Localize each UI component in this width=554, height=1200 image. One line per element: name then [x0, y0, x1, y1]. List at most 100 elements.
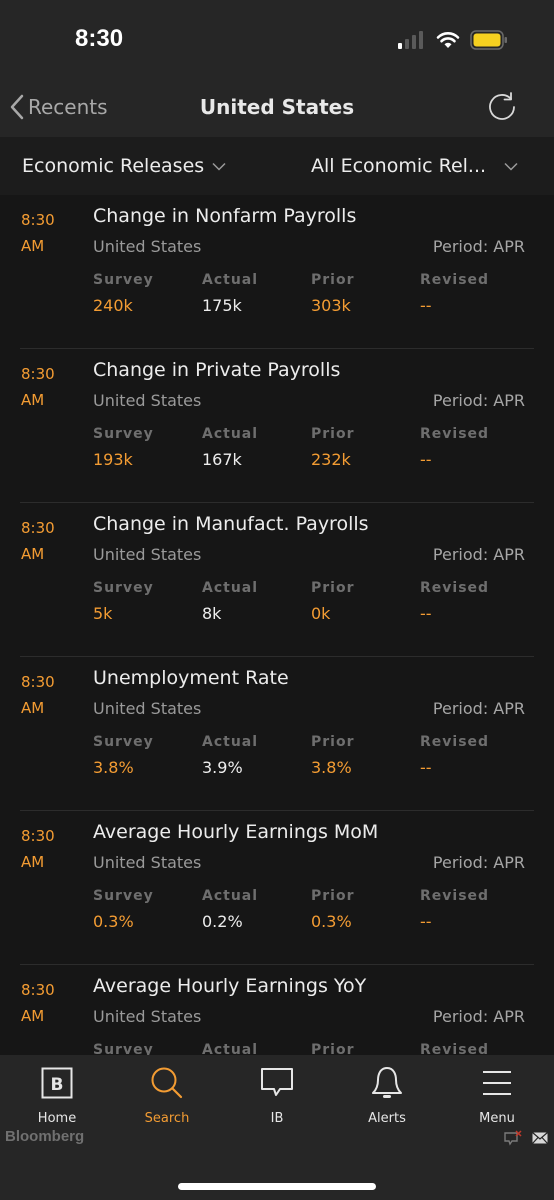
tab-bar: B Home Search IB Alerts Menu Bloomberg	[0, 1055, 554, 1200]
release-time: 8:30 AM	[21, 515, 61, 567]
release-country: United States	[93, 391, 202, 410]
battery-icon	[470, 30, 507, 50]
release-actual: Actual 3.9%	[202, 734, 302, 777]
bell-icon	[372, 1067, 402, 1098]
value-survey: 0.3%	[93, 912, 134, 931]
status-time: 8:30	[75, 25, 124, 52]
value-survey: 240k	[93, 296, 133, 315]
mail-icon[interactable]	[532, 1132, 548, 1144]
release-time: 8:30 AM	[21, 669, 61, 721]
column-label-prior: Prior	[311, 888, 355, 904]
status-icons	[398, 30, 508, 50]
wifi-icon	[436, 32, 460, 48]
value-prior: 303k	[311, 296, 351, 315]
release-country: United States	[93, 237, 202, 256]
back-button[interactable]: Recents	[10, 94, 108, 120]
tab-menu-label: Menu	[479, 1111, 515, 1126]
release-survey: Survey	[93, 1042, 193, 1055]
category-dropdown[interactable]: Economic Releases	[22, 155, 226, 177]
svg-text:B: B	[51, 1075, 64, 1095]
column-label-revised: Revised	[420, 426, 490, 442]
back-label: Recents	[28, 95, 108, 119]
release-title: Unemployment Rate	[93, 667, 289, 689]
column-label-prior: Prior	[311, 1042, 355, 1055]
tab-ib[interactable]: IB	[227, 1065, 327, 1126]
release-row[interactable]: 8:30 AM Change in Nonfarm Payrolls United S…	[0, 195, 554, 349]
release-time: 8:30 AM	[21, 207, 61, 259]
release-row[interactable]: 8:30 AM Change in Manufact. Payrolls United…	[0, 503, 554, 657]
column-label-revised: Revised	[420, 888, 490, 904]
release-time: 8:30 AM	[21, 361, 61, 413]
value-prior: 0k	[311, 604, 331, 623]
release-time-hm: 8:30	[21, 519, 55, 537]
chevron-down-icon	[212, 162, 226, 171]
value-revised: --	[420, 758, 432, 777]
release-time-ampm: AM	[21, 545, 45, 563]
value-actual: 8k	[202, 604, 222, 623]
release-title: Change in Manufact. Payrolls	[93, 513, 369, 535]
release-revised: Revised --	[420, 888, 520, 931]
release-prior: Prior 3.8%	[311, 734, 411, 777]
refresh-button[interactable]	[486, 91, 518, 127]
column-label-prior: Prior	[311, 272, 355, 288]
release-row[interactable]: 8:30 AM Average Hourly Earnings YoY United …	[0, 965, 554, 1055]
tab-menu[interactable]: Menu	[447, 1065, 547, 1126]
value-actual: 167k	[202, 450, 242, 469]
release-country: United States	[93, 699, 202, 718]
search-icon	[151, 1067, 183, 1099]
release-time-ampm: AM	[21, 391, 45, 409]
release-time-hm: 8:30	[21, 365, 55, 383]
release-period: Period: APR	[432, 1007, 525, 1026]
release-row[interactable]: 8:30 AM Change in Private Payrolls United S…	[0, 349, 554, 503]
status-bar: 8:30	[0, 0, 554, 80]
release-survey: Survey 3.8%	[93, 734, 193, 777]
release-row[interactable]: 8:30 AM Average Hourly Earnings MoM United …	[0, 811, 554, 965]
release-prior: Prior	[311, 1042, 411, 1055]
tab-alerts-label: Alerts	[368, 1111, 406, 1126]
filter-bar: Economic Releases All Economic Rel...	[0, 137, 554, 195]
tab-home[interactable]: B Home	[7, 1065, 107, 1126]
value-revised: --	[420, 912, 432, 931]
release-type-dropdown[interactable]: All Economic Rel...	[311, 155, 518, 177]
release-row[interactable]: 8:30 AM Unemployment Rate United States Peri…	[0, 657, 554, 811]
column-label-survey: Survey	[93, 580, 154, 596]
release-time-hm: 8:30	[21, 827, 55, 845]
release-time-hm: 8:30	[21, 981, 55, 999]
value-survey: 5k	[93, 604, 113, 623]
release-title: Average Hourly Earnings MoM	[93, 821, 379, 843]
home-indicator[interactable]	[178, 1183, 376, 1190]
tab-home-label: Home	[37, 1111, 77, 1126]
value-revised: --	[420, 450, 432, 469]
release-actual: Actual 175k	[202, 272, 302, 315]
bloomberg-logo: Bloomberg	[5, 1128, 85, 1145]
tab-search[interactable]: Search	[117, 1065, 217, 1126]
release-list[interactable]: 8:30 AM Change in Nonfarm Payrolls United S…	[0, 195, 554, 1055]
footer-icons	[504, 1130, 548, 1146]
column-label-survey: Survey	[93, 888, 154, 904]
value-actual: 3.9%	[202, 758, 243, 777]
column-label-actual: Actual	[202, 888, 259, 904]
value-prior: 3.8%	[311, 758, 352, 777]
release-revised: Revised --	[420, 426, 520, 469]
release-revised: Revised --	[420, 272, 520, 315]
value-actual: 0.2%	[202, 912, 243, 931]
release-time-hm: 8:30	[21, 673, 55, 691]
column-label-actual: Actual	[202, 734, 259, 750]
category-dropdown-label: Economic Releases	[22, 155, 205, 177]
release-revised: Revised --	[420, 580, 520, 623]
hamburger-menu-icon	[483, 1071, 511, 1095]
release-survey: Survey 193k	[93, 426, 193, 469]
tab-alerts[interactable]: Alerts	[337, 1065, 437, 1126]
column-label-prior: Prior	[311, 734, 355, 750]
release-survey: Survey 0.3%	[93, 888, 193, 931]
release-actual: Actual 167k	[202, 426, 302, 469]
release-prior: Prior 303k	[311, 272, 411, 315]
refresh-icon	[489, 92, 515, 120]
column-label-revised: Revised	[420, 1042, 490, 1055]
cellular-signal-icon	[398, 31, 423, 49]
chat-closed-icon[interactable]	[504, 1130, 522, 1146]
release-country: United States	[93, 1007, 202, 1026]
value-actual: 175k	[202, 296, 242, 315]
release-survey: Survey 5k	[93, 580, 193, 623]
column-label-prior: Prior	[311, 580, 355, 596]
